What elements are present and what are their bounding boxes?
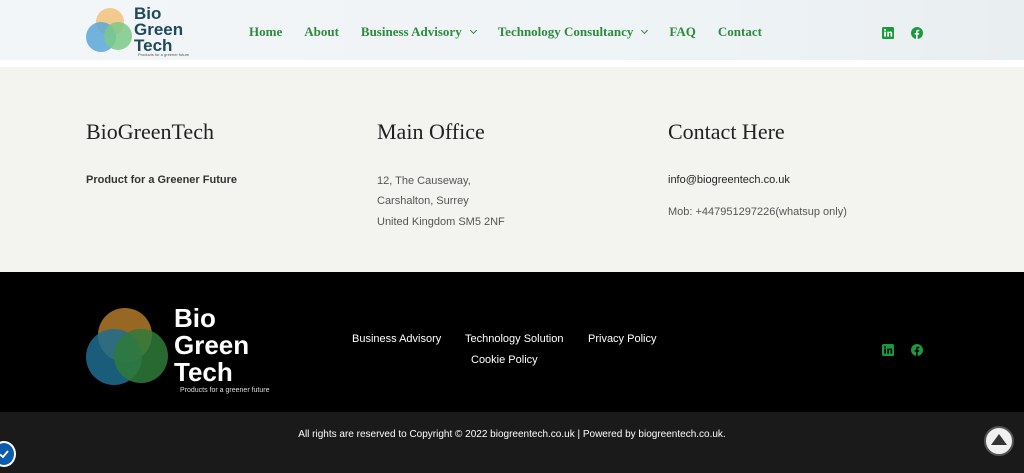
nav-about[interactable]: About: [304, 24, 339, 40]
nav-business-advisory-label: Business Advisory: [360, 24, 462, 39]
copyright-text: All rights are reserved to Copyright © 2…: [298, 429, 726, 440]
footer-logo[interactable]: Bio Green Tech Products for a greener fu…: [86, 305, 286, 395]
linkedin-icon[interactable]: [882, 344, 894, 356]
nav-business-advisory[interactable]: Business Advisory: [360, 24, 477, 40]
chevron-down-icon: [469, 26, 477, 35]
arrow-up-icon: [991, 434, 1007, 445]
nav-contact[interactable]: Contact: [718, 24, 762, 40]
scroll-to-top-button[interactable]: [984, 426, 1014, 456]
mobile-number: Mob: +447951297226(whatsup only): [668, 206, 847, 218]
main-nav: Home About Business Advisory Technology …: [249, 24, 784, 40]
facebook-icon[interactable]: [911, 27, 923, 39]
facebook-icon[interactable]: [911, 344, 923, 356]
copyright-bar: All rights are reserved to Copyright © 2…: [0, 412, 1024, 473]
footer-link-business-advisory[interactable]: Business Advisory: [352, 333, 441, 345]
header-social-links: [882, 27, 940, 39]
linkedin-icon[interactable]: [882, 27, 894, 39]
address-line-3: United Kingdom SM5 2NF: [377, 216, 505, 228]
footer-logo-tagline: Products for a greener future: [180, 387, 270, 394]
footer-logo-text-green: Green: [174, 330, 250, 360]
nav-technology-consultancy[interactable]: Technology Consultancy: [497, 24, 649, 40]
address-line-1: 12, The Causeway,: [377, 175, 471, 187]
footer-social-links: [882, 344, 940, 356]
email-link[interactable]: info@biogreentech.co.uk: [668, 174, 790, 186]
site-header: Bio Green Tech Products for a greener fu…: [0, 0, 1024, 60]
footer-link-privacy-policy[interactable]: Privacy Policy: [588, 333, 656, 345]
contact-heading: Contact Here: [668, 119, 785, 144]
address-line-2: Carshalton, Surrey: [377, 195, 469, 207]
nav-technology-consultancy-label: Technology Consultancy: [497, 24, 634, 39]
nav-faq-label: FAQ: [669, 24, 696, 39]
footer-logo-text-bio: Bio: [174, 303, 216, 333]
office-heading: Main Office: [377, 119, 485, 144]
nav-about-label: About: [304, 24, 339, 39]
footer-link-cookie-policy[interactable]: Cookie Policy: [471, 354, 538, 366]
logo-circle-green: [104, 22, 132, 50]
contact-info-section: BioGreenTech Product for a Greener Futur…: [0, 67, 1024, 272]
header-logo[interactable]: Bio Green Tech Products for a greener fu…: [86, 5, 198, 58]
footer-link-technology-solution[interactable]: Technology Solution: [465, 333, 563, 345]
chevron-down-icon: [641, 26, 649, 35]
nav-home-label: Home: [249, 24, 283, 39]
logo-tagline: Products for a greener future: [138, 52, 190, 57]
footer-logo-text-tech: Tech: [174, 357, 233, 387]
brand-heading: BioGreenTech: [86, 119, 214, 144]
logo-circle-green: [114, 329, 168, 383]
nav-home[interactable]: Home: [249, 24, 282, 40]
nav-faq[interactable]: FAQ: [669, 24, 695, 40]
brand-tagline: Product for a Greener Future: [86, 174, 237, 186]
site-footer: Bio Green Tech Products for a greener fu…: [0, 272, 1024, 412]
nav-contact-label: Contact: [717, 24, 762, 39]
